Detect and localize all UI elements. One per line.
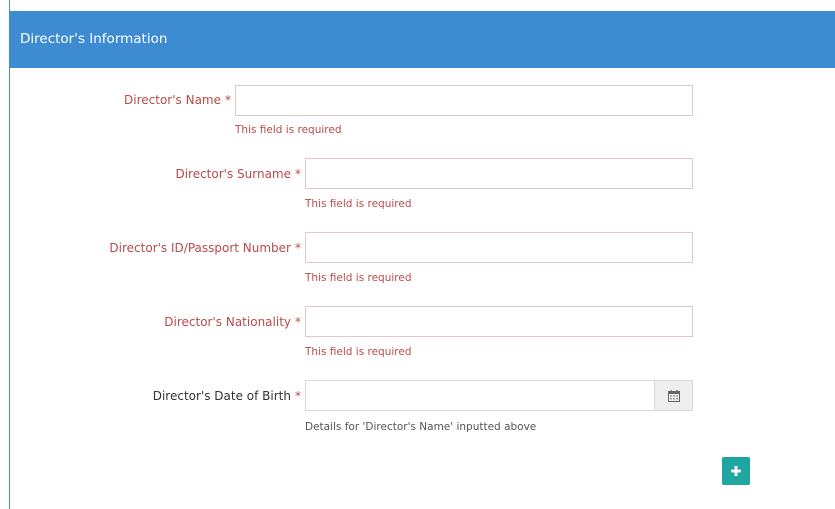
director-name-label: Director's Name * [124,93,231,107]
director-nationality-label: Director's Nationality * [164,315,301,329]
directors-information-panel: Director's Information Director's Name * … [9,0,835,509]
director-dob-label: Director's Date of Birth * [153,389,301,403]
panel-heading: Director's Information [10,11,835,68]
director-surname-input[interactable] [305,158,693,189]
required-asterisk: * [295,241,301,255]
panel-body: Director's Name * This field is required … [10,68,835,509]
director-name-input[interactable] [235,85,693,116]
calendar-button[interactable] [655,380,693,411]
panel-top-spacer [10,0,835,11]
director-name-error: This field is required [235,124,342,136]
required-asterisk: * [295,167,301,181]
director-id-error: This field is required [305,272,412,284]
plus-icon [731,466,741,476]
director-id-label-text: Director's ID/Passport Number [109,241,291,255]
panel-title: Director's Information [20,31,168,47]
calendar-icon [667,389,680,402]
director-surname-label-text: Director's Surname [175,167,291,181]
director-nationality-error: This field is required [305,346,412,358]
required-asterisk: * [295,315,301,329]
required-asterisk: * [225,93,231,107]
director-dob-label-text: Director's Date of Birth [152,389,291,403]
required-asterisk: * [295,389,301,403]
director-name-label-text: Director's Name [124,93,221,107]
director-id-input[interactable] [305,232,693,263]
director-nationality-label-text: Director's Nationality [164,315,291,329]
director-dob-input[interactable] [305,380,655,411]
add-director-button[interactable] [722,457,750,485]
director-dob-help: Details for 'Director's Name' inputted a… [305,421,537,433]
director-nationality-input[interactable] [305,306,693,337]
director-id-label: Director's ID/Passport Number * [109,241,301,255]
director-surname-error: This field is required [305,198,412,210]
director-surname-label: Director's Surname * [175,167,301,181]
